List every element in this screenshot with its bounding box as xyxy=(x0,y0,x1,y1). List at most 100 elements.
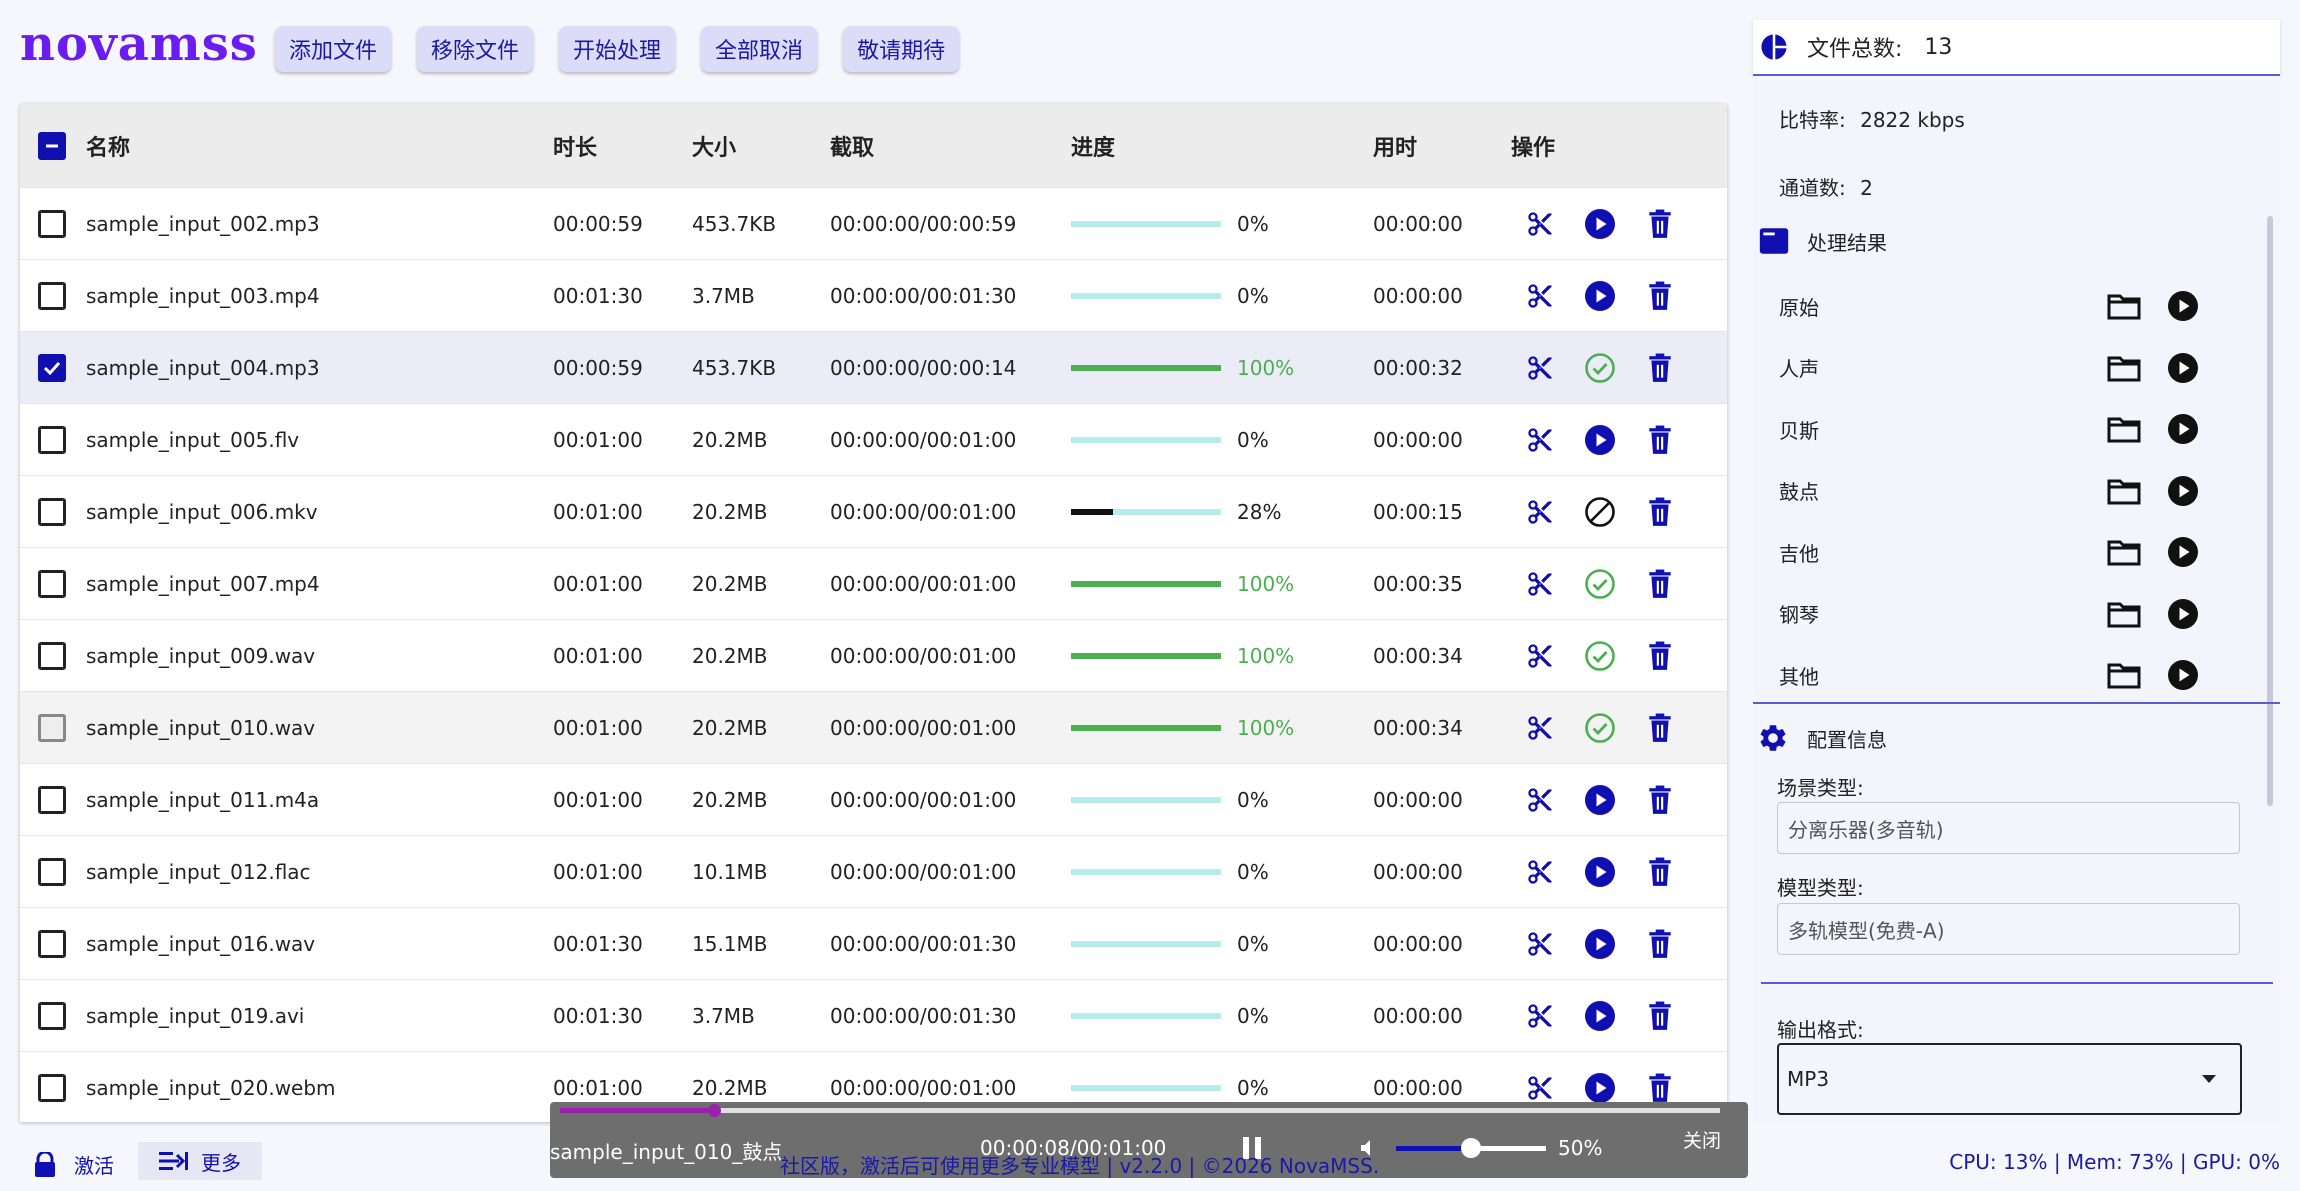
coming-soon-button[interactable]: 敬请期待 xyxy=(843,26,960,72)
remove-file-button[interactable]: 移除文件 xyxy=(417,26,534,72)
scissors-icon[interactable] xyxy=(1522,278,1558,314)
table-row[interactable]: sample_input_011.m4a 00:01:00 20.2MB 00:00:… xyxy=(20,764,1727,836)
folder-icon[interactable] xyxy=(2107,477,2141,505)
table-row[interactable]: sample_input_002.mp3 00:00:59 453.7KB 00:00… xyxy=(20,188,1727,260)
scissors-icon[interactable] xyxy=(1522,494,1558,530)
column-header-name[interactable]: 名称 xyxy=(86,104,130,187)
table-row[interactable]: sample_input_019.avi 00:01:30 3.7MB 00:00:0… xyxy=(20,980,1727,1052)
play-icon[interactable] xyxy=(2167,290,2199,322)
play-icon[interactable] xyxy=(1582,998,1618,1034)
play-icon[interactable] xyxy=(1582,782,1618,818)
table-row[interactable]: sample_input_010.wav 00:01:00 20.2MB 00:00:… xyxy=(20,692,1727,764)
row-checkbox[interactable] xyxy=(38,209,66,238)
cancel-all-button[interactable]: 全部取消 xyxy=(701,26,818,72)
folder-icon[interactable] xyxy=(2107,661,2141,689)
scissors-icon[interactable] xyxy=(1522,782,1558,818)
row-checkbox[interactable] xyxy=(38,713,66,742)
row-checkbox[interactable] xyxy=(38,1073,66,1102)
row-checkbox[interactable] xyxy=(38,497,66,526)
table-row[interactable]: sample_input_004.mp3 00:00:59 453.7KB 00:00… xyxy=(20,332,1727,404)
select-all-checkbox[interactable] xyxy=(38,131,66,160)
trash-icon[interactable] xyxy=(1642,998,1678,1034)
scissors-icon[interactable] xyxy=(1522,350,1558,386)
trash-icon[interactable] xyxy=(1642,278,1678,314)
play-icon[interactable] xyxy=(2167,475,2199,507)
play-icon[interactable] xyxy=(1582,1070,1618,1106)
playback-knob[interactable] xyxy=(708,1104,722,1117)
scissors-icon[interactable] xyxy=(1522,566,1558,602)
play-icon[interactable] xyxy=(1582,206,1618,242)
play-icon[interactable] xyxy=(2167,413,2199,445)
completed-icon[interactable] xyxy=(1582,350,1618,386)
column-header-clip[interactable]: 截取 xyxy=(830,104,874,187)
scissors-icon[interactable] xyxy=(1522,638,1558,674)
trash-icon[interactable] xyxy=(1642,206,1678,242)
table-row[interactable]: sample_input_006.mkv 00:01:00 20.2MB 00:00:… xyxy=(20,476,1727,548)
table-row[interactable]: sample_input_003.mp4 00:01:30 3.7MB 00:00:0… xyxy=(20,260,1727,332)
column-header-duration[interactable]: 时长 xyxy=(553,104,597,187)
table-row[interactable]: sample_input_016.wav 00:01:30 15.1MB 00:00:… xyxy=(20,908,1727,980)
play-icon[interactable] xyxy=(2167,536,2199,568)
more-button[interactable]: 更多 xyxy=(138,1142,262,1180)
row-checkbox[interactable] xyxy=(38,857,66,886)
trash-icon[interactable] xyxy=(1642,710,1678,746)
start-process-button[interactable]: 开始处理 xyxy=(559,26,676,72)
scissors-icon[interactable] xyxy=(1522,926,1558,962)
scissors-icon[interactable] xyxy=(1522,422,1558,458)
column-header-progress[interactable]: 进度 xyxy=(1071,104,1115,187)
playback-track[interactable] xyxy=(560,1104,1720,1117)
scissors-icon[interactable] xyxy=(1522,854,1558,890)
folder-icon[interactable] xyxy=(2107,538,2141,566)
trash-icon[interactable] xyxy=(1642,926,1678,962)
table-row[interactable]: sample_input_012.flac 00:01:00 10.1MB 00:00… xyxy=(20,836,1727,908)
model-type-label: 模型类型: xyxy=(1777,876,1864,900)
folder-icon[interactable] xyxy=(2107,292,2141,320)
row-checkbox[interactable] xyxy=(38,281,66,310)
play-icon[interactable] xyxy=(1582,926,1618,962)
activate-button[interactable]: 激活 xyxy=(34,1150,114,1179)
scissors-icon[interactable] xyxy=(1522,1070,1558,1106)
folder-icon[interactable] xyxy=(2107,354,2141,382)
play-icon[interactable] xyxy=(1582,854,1618,890)
play-icon[interactable] xyxy=(1582,278,1618,314)
row-checkbox[interactable] xyxy=(38,929,66,958)
panel-scrollbar[interactable] xyxy=(2267,216,2273,806)
row-checkbox[interactable] xyxy=(38,1001,66,1030)
trash-icon[interactable] xyxy=(1642,782,1678,818)
trash-icon[interactable] xyxy=(1642,854,1678,890)
table-row[interactable]: sample_input_005.flv 00:01:00 20.2MB 00:00:… xyxy=(20,404,1727,476)
play-icon[interactable] xyxy=(2167,598,2199,630)
cancel-icon[interactable] xyxy=(1582,494,1618,530)
output-format-select[interactable]: MP3 xyxy=(1777,1043,2242,1115)
trash-icon[interactable] xyxy=(1642,494,1678,530)
folder-icon[interactable] xyxy=(2107,415,2141,443)
trash-icon[interactable] xyxy=(1642,638,1678,674)
row-checkbox[interactable] xyxy=(38,641,66,670)
scissors-icon[interactable] xyxy=(1522,206,1558,242)
trash-icon[interactable] xyxy=(1642,350,1678,386)
row-checkbox[interactable] xyxy=(38,785,66,814)
column-header-size[interactable]: 大小 xyxy=(692,104,736,187)
trash-icon[interactable] xyxy=(1642,566,1678,602)
add-file-button[interactable]: 添加文件 xyxy=(275,26,392,72)
scissors-icon[interactable] xyxy=(1522,710,1558,746)
trash-icon[interactable] xyxy=(1642,422,1678,458)
scene-type-field[interactable]: 分离乐器(多音轨) xyxy=(1777,802,2240,854)
table-row[interactable]: sample_input_009.wav 00:01:00 20.2MB 00:00:… xyxy=(20,620,1727,692)
play-icon[interactable] xyxy=(1582,422,1618,458)
completed-icon[interactable] xyxy=(1582,566,1618,602)
row-checkbox[interactable] xyxy=(38,353,66,382)
row-checkbox[interactable] xyxy=(38,569,66,598)
completed-icon[interactable] xyxy=(1582,638,1618,674)
trash-icon[interactable] xyxy=(1642,1070,1678,1106)
table-row[interactable]: sample_input_007.mp4 00:01:00 20.2MB 00:00:… xyxy=(20,548,1727,620)
folder-icon[interactable] xyxy=(2107,600,2141,628)
row-checkbox[interactable] xyxy=(38,425,66,454)
play-icon[interactable] xyxy=(2167,352,2199,384)
column-header-elapsed[interactable]: 用时 xyxy=(1373,104,1417,187)
completed-icon[interactable] xyxy=(1582,710,1618,746)
model-type-field[interactable]: 多轨模型(免费-A) xyxy=(1777,903,2240,955)
scissors-icon[interactable] xyxy=(1522,998,1558,1034)
progress-percent: 0% xyxy=(1237,283,1269,308)
play-icon[interactable] xyxy=(2167,659,2199,691)
